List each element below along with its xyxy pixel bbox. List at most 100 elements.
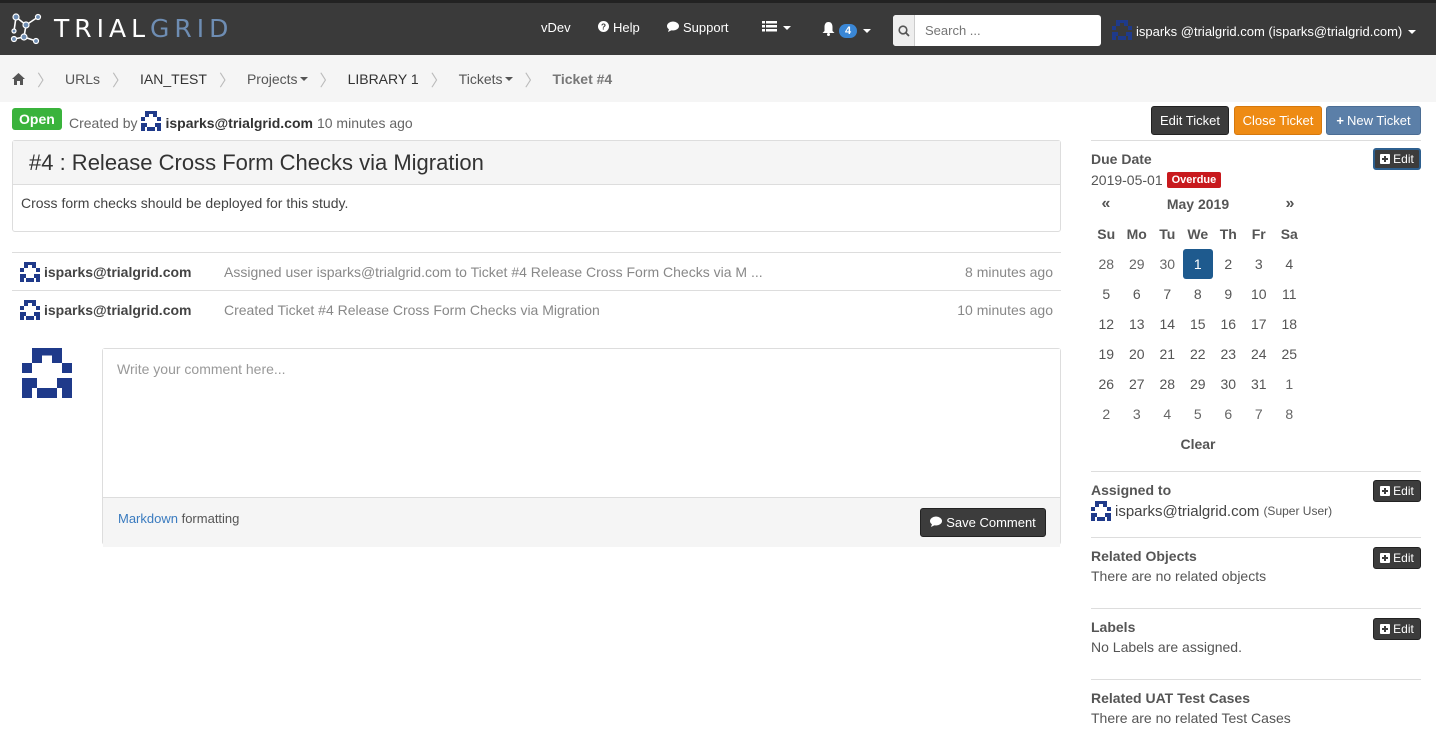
calendar-day[interactable]: 30 [1213, 369, 1244, 399]
labels-text: No Labels are assigned. [1091, 639, 1242, 655]
edit-ticket-button[interactable]: Edit Ticket [1151, 106, 1229, 135]
calendar-day[interactable]: 4 [1274, 249, 1305, 279]
nav-support-label: Support [683, 20, 729, 35]
calendar-dow: Th [1219, 226, 1237, 242]
calendar-day[interactable]: 8 [1274, 399, 1305, 429]
calendar-day[interactable]: 16 [1213, 309, 1244, 339]
calendar-day[interactable]: 21 [1152, 339, 1183, 369]
breadcrumb-urls[interactable]: URLs [65, 71, 100, 87]
calendar-day[interactable]: 15 [1183, 309, 1214, 339]
close-ticket-button[interactable]: Close Ticket [1234, 106, 1322, 135]
edit-labels-button[interactable]: Edit [1373, 618, 1421, 640]
calendar-day[interactable]: 7 [1244, 399, 1275, 429]
edit-assigned-button[interactable]: Edit [1373, 480, 1421, 502]
calendar-day[interactable]: 25 [1274, 339, 1305, 369]
calendar-day[interactable]: 24 [1244, 339, 1275, 369]
calendar-dow: Sa [1280, 226, 1298, 242]
created-by-prefix: Created by [69, 114, 138, 131]
assigned-user-link[interactable]: isparks@trialgrid.com [1115, 503, 1259, 520]
calendar-day[interactable]: 2 [1213, 249, 1244, 279]
activity-row: isparks@trialgrid.com Assigned user ispa… [12, 252, 1061, 290]
uat-section: Related UAT Test Cases There are no rela… [1091, 679, 1421, 737]
calendar-prev-button[interactable]: « [1091, 195, 1121, 213]
calendar-day[interactable]: 13 [1122, 309, 1153, 339]
breadcrumb-tickets-label: Tickets [458, 70, 503, 87]
comment-textarea[interactable] [103, 349, 1060, 494]
calendar-day[interactable]: 4 [1152, 399, 1183, 429]
edit-label: Edit [1393, 551, 1414, 565]
new-ticket-label: New Ticket [1347, 113, 1411, 128]
assigned-user: isparks@trialgrid.com (Super User) [1091, 501, 1332, 521]
calendar-day[interactable]: 5 [1183, 399, 1214, 429]
breadcrumb-separator: 〉 [524, 72, 541, 90]
calendar-day[interactable]: 23 [1213, 339, 1244, 369]
calendar-dow: Fr [1251, 226, 1266, 242]
calendar-day[interactable]: 28 [1091, 249, 1122, 279]
calendar-month-label[interactable]: May 2019 [1167, 196, 1229, 212]
calendar-day[interactable]: 6 [1122, 279, 1153, 309]
plus-square-icon [1380, 624, 1391, 634]
calendar-clear-button[interactable]: Clear [1091, 429, 1305, 459]
calendar-day[interactable]: 6 [1213, 399, 1244, 429]
nav-support[interactable]: Support [667, 20, 729, 35]
nav-list-menu[interactable] [762, 20, 791, 35]
new-ticket-button[interactable]: + New Ticket [1326, 106, 1421, 135]
calendar-day[interactable]: 3 [1122, 399, 1153, 429]
trialgrid-logo[interactable]: TRIALGRID [10, 11, 233, 45]
calendar-day[interactable]: 5 [1091, 279, 1122, 309]
nav-vdev[interactable]: vDev [541, 20, 571, 35]
logo-text-trial: TRIAL [54, 13, 151, 43]
calendar-day[interactable]: 14 [1152, 309, 1183, 339]
user-avatar-icon [1091, 501, 1111, 521]
calendar-day[interactable]: 18 [1274, 309, 1305, 339]
due-date-value: 2019-05-01 [1091, 172, 1163, 188]
search-icon[interactable] [893, 15, 915, 46]
nav-help[interactable]: ? Help [598, 20, 640, 35]
calendar-dow: Mo [1126, 226, 1147, 242]
breadcrumb-study[interactable]: IAN_TEST [140, 71, 207, 87]
home-icon[interactable] [12, 72, 25, 85]
calendar-day[interactable]: 26 [1091, 369, 1122, 399]
breadcrumb-separator: 〉 [37, 72, 54, 90]
calendar-day[interactable]: 7 [1152, 279, 1183, 309]
due-date-line: 2019-05-01 Overdue [1091, 172, 1222, 188]
activity-user[interactable]: isparks@trialgrid.com [20, 299, 224, 320]
calendar-day[interactable]: 3 [1244, 249, 1275, 279]
created-ago: 10 minutes ago [316, 114, 413, 131]
breadcrumb-tickets[interactable]: Tickets [459, 71, 513, 87]
edit-due-date-button[interactable]: Edit [1373, 148, 1421, 170]
calendar-day[interactable]: 28 [1152, 369, 1183, 399]
calendar-day[interactable]: 19 [1091, 339, 1122, 369]
calendar-day[interactable]: 30 [1152, 249, 1183, 279]
calendar-day[interactable]: 11 [1274, 279, 1305, 309]
breadcrumb-projects[interactable]: Projects [247, 71, 308, 87]
search-input[interactable] [915, 15, 1101, 46]
calendar-day[interactable]: 27 [1122, 369, 1153, 399]
calendar-day[interactable]: 20 [1122, 339, 1153, 369]
calendar-day[interactable]: 31 [1244, 369, 1275, 399]
save-comment-button[interactable]: Save Comment [920, 508, 1046, 537]
calendar-day[interactable]: 9 [1213, 279, 1244, 309]
calendar-day[interactable]: 10 [1244, 279, 1275, 309]
calendar-day[interactable]: 29 [1183, 369, 1214, 399]
activity-user[interactable]: isparks@trialgrid.com [20, 261, 224, 282]
user-menu[interactable]: isparks @trialgrid.com (isparks@trialgri… [1112, 20, 1417, 43]
calendar-day[interactable]: 1 [1274, 369, 1305, 399]
created-by-user-link[interactable]: isparks@trialgrid.com [165, 115, 312, 131]
calendar-day[interactable]: 8 [1183, 279, 1214, 309]
chevron-down-icon [783, 25, 791, 30]
markdown-link[interactable]: Markdown [118, 511, 178, 526]
calendar-day[interactable]: 17 [1244, 309, 1275, 339]
calendar-day[interactable]: 22 [1183, 339, 1214, 369]
breadcrumb-library[interactable]: LIBRARY 1 [348, 71, 419, 87]
edit-related-objects-button[interactable]: Edit [1373, 547, 1421, 569]
activity-list: isparks@trialgrid.com Assigned user ispa… [12, 252, 1061, 328]
calendar-day[interactable]: 2 [1091, 399, 1122, 429]
nav-notifications[interactable]: 4 [822, 22, 872, 39]
calendar-day[interactable]: 1 [1182, 249, 1213, 279]
question-circle-icon: ? [598, 20, 609, 35]
calendar-day[interactable]: 12 [1091, 309, 1122, 339]
calendar-day[interactable]: 29 [1122, 249, 1153, 279]
calendar-next-button[interactable]: » [1275, 195, 1305, 213]
calendar-header: « May 2019 » [1091, 189, 1305, 219]
